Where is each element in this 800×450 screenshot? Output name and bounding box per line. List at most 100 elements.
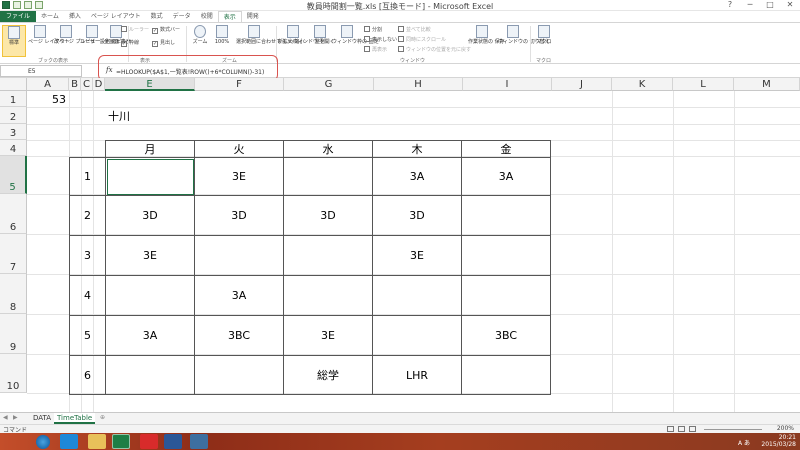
column-header-f[interactable]: F: [195, 78, 284, 91]
column-header-h[interactable]: H: [374, 78, 463, 91]
clock-date[interactable]: 2015/03/28: [761, 441, 796, 448]
freeze-panes-button[interactable]: ウィンドウ枠の 固定: [332, 25, 379, 57]
tab-page-layout[interactable]: ページ レイアウト: [86, 11, 146, 22]
column-header-a[interactable]: A: [27, 78, 69, 91]
zoom-level[interactable]: 200%: [777, 425, 794, 432]
close-button[interactable]: ✕: [780, 0, 800, 10]
app-taskbar-icon[interactable]: [190, 434, 208, 449]
timetable-cell[interactable]: 3D: [283, 195, 373, 236]
normal-view-icon[interactable]: [667, 426, 674, 432]
column-header-k[interactable]: K: [612, 78, 673, 91]
column-header-j[interactable]: J: [552, 78, 612, 91]
clock-time[interactable]: 20:21: [779, 434, 796, 441]
hide-button[interactable]: 表示しない: [364, 36, 397, 44]
tab-review[interactable]: 校閲: [196, 11, 218, 22]
unhide-button[interactable]: 再表示: [364, 46, 387, 54]
start-button-icon[interactable]: [36, 435, 50, 449]
timetable-cell[interactable]: 3D: [105, 195, 195, 236]
column-header-i[interactable]: I: [463, 78, 552, 91]
page-layout-view-button[interactable]: ページ レイアウト: [28, 25, 70, 57]
timetable-cell[interactable]: [194, 235, 284, 276]
arrange-all-button[interactable]: 整列: [308, 25, 332, 57]
macros-button[interactable]: マクロ: [532, 25, 556, 57]
app-taskbar-icon[interactable]: [140, 434, 158, 449]
timetable-cell[interactable]: 3D: [372, 195, 462, 236]
row-header-2[interactable]: 2: [0, 107, 27, 124]
timetable-cell[interactable]: 3E: [194, 157, 284, 196]
column-header-g[interactable]: G: [284, 78, 374, 91]
zoom-slider[interactable]: [704, 429, 762, 430]
select-all-corner[interactable]: [0, 78, 27, 91]
help-button[interactable]: ?: [720, 0, 740, 10]
timetable-cell[interactable]: 3A: [461, 157, 551, 196]
timetable-cell[interactable]: [461, 195, 551, 236]
teacher-name-cell[interactable]: 十川: [108, 108, 130, 124]
timetable-cell[interactable]: 3E: [283, 315, 373, 356]
save-workspace-button[interactable]: 作業状態の 保存: [468, 25, 505, 57]
day-header-tue[interactable]: 火: [194, 140, 284, 158]
internet-explorer-icon[interactable]: [60, 434, 78, 449]
row-header-6[interactable]: 6: [0, 194, 27, 234]
timetable-cell[interactable]: [283, 275, 373, 316]
period-number[interactable]: 3: [69, 235, 106, 276]
timetable-cell[interactable]: 総学: [283, 355, 373, 395]
row-header-9[interactable]: 9: [0, 314, 27, 354]
row-header-8[interactable]: 8: [0, 274, 27, 314]
page-layout-icon[interactable]: [678, 426, 685, 432]
row-header-3[interactable]: 3: [0, 124, 27, 140]
timetable-cell[interactable]: [372, 315, 462, 356]
page-break-preview-button[interactable]: 改ページ プレビュー: [54, 25, 101, 57]
day-header-wed[interactable]: 水: [283, 140, 373, 158]
column-header-e[interactable]: E: [105, 78, 195, 91]
row-header-7[interactable]: 7: [0, 234, 27, 274]
word-taskbar-icon[interactable]: [164, 434, 182, 449]
next-sheet-icon[interactable]: ▶: [13, 414, 18, 421]
timetable-cell[interactable]: [461, 355, 551, 395]
split-button[interactable]: 分割: [364, 26, 382, 34]
timetable-cell[interactable]: [372, 275, 462, 316]
row-header-5[interactable]: 5: [0, 156, 27, 194]
formula-bar-checkbox[interactable]: ✓ 数式バー: [152, 26, 180, 34]
timetable-cell[interactable]: 3A: [194, 275, 284, 316]
timetable-cell-active[interactable]: [105, 157, 195, 196]
tab-view[interactable]: 表示: [217, 11, 242, 22]
timetable-cell[interactable]: 3E: [105, 235, 195, 276]
tab-insert[interactable]: 挿入: [64, 11, 86, 22]
column-header-l[interactable]: L: [673, 78, 734, 91]
timetable-cell[interactable]: [283, 235, 373, 276]
sync-scroll-button[interactable]: 同時にスクロール: [398, 36, 446, 44]
switch-windows-button[interactable]: ウィンドウの 切り替え: [498, 25, 550, 57]
new-sheet-icon[interactable]: ⊕: [100, 414, 105, 421]
name-box[interactable]: E5: [0, 65, 82, 77]
period-number[interactable]: 1: [69, 157, 106, 196]
column-header-d[interactable]: D: [93, 78, 105, 91]
timetable-cell[interactable]: 3E: [372, 235, 462, 276]
period-number[interactable]: 2: [69, 195, 106, 236]
tab-formulas[interactable]: 数式: [146, 11, 168, 22]
tab-developer[interactable]: 開発: [242, 11, 264, 22]
page-break-icon[interactable]: [689, 426, 696, 432]
timetable-cell[interactable]: 3A: [372, 157, 462, 196]
new-window-button[interactable]: 新しいウィンドウ を開く: [278, 25, 335, 57]
prev-sheet-icon[interactable]: ◀: [3, 414, 8, 421]
sheet-tab-timetable[interactable]: TimeTable: [54, 413, 96, 424]
timetable-cell[interactable]: [105, 275, 195, 316]
reset-window-button[interactable]: ウィンドウの位置を元に戻す: [398, 46, 471, 54]
tab-home[interactable]: ホーム: [36, 11, 64, 22]
tab-data[interactable]: データ: [168, 11, 196, 22]
day-header-mon[interactable]: 月: [105, 140, 195, 158]
cell-a1[interactable]: 53: [27, 91, 69, 107]
zoom-button[interactable]: ズーム: [188, 25, 212, 57]
timetable-cell[interactable]: 3A: [105, 315, 195, 356]
side-by-side-button[interactable]: 並べて比較: [398, 26, 431, 34]
timetable-cell[interactable]: 3BC: [194, 315, 284, 356]
custom-view-button[interactable]: ユーザー設定 のビュー: [80, 25, 132, 57]
timetable-cell[interactable]: [461, 275, 551, 316]
normal-view-button[interactable]: 標準: [2, 25, 26, 57]
timetable-cell[interactable]: [461, 235, 551, 276]
timetable-cell[interactable]: LHR: [372, 355, 462, 395]
timetable-cell[interactable]: [194, 355, 284, 395]
headings-checkbox[interactable]: ✓ 見出し: [152, 39, 175, 47]
timetable-cell[interactable]: [105, 355, 195, 395]
row-header-1[interactable]: 1: [0, 91, 27, 107]
